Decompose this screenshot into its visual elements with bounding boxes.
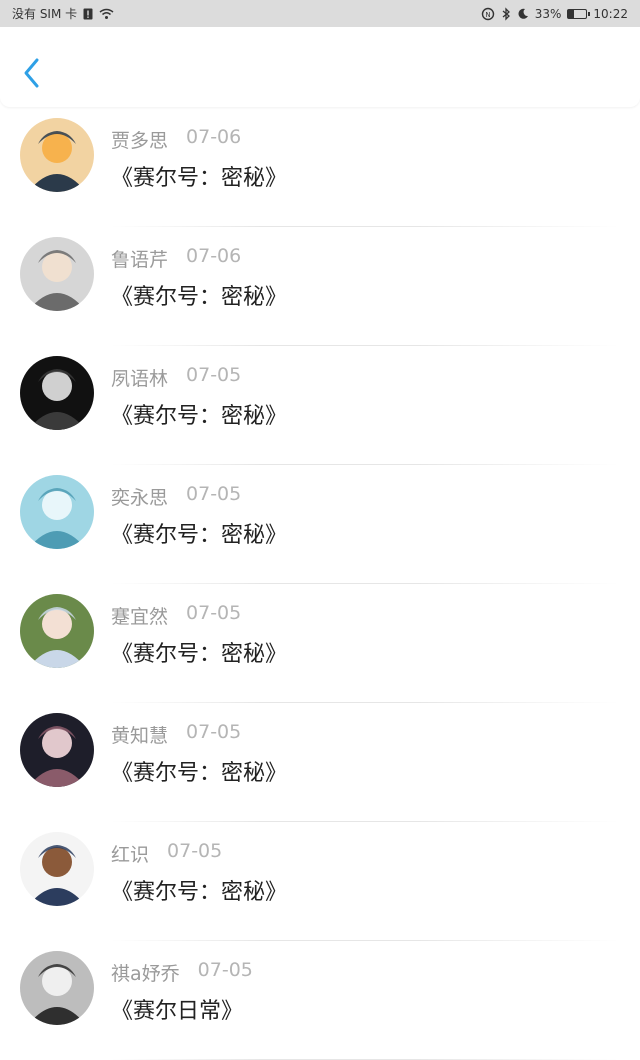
post-date: 07-05 bbox=[186, 483, 242, 505]
username[interactable]: 夙语林 bbox=[111, 364, 168, 391]
carrier-text: 没有 SIM 卡 bbox=[12, 7, 78, 21]
list-item[interactable]: 贾多思 07-06 《赛尔号：密秘》 bbox=[0, 108, 640, 227]
message-list: 贾多思 07-06 《赛尔号：密秘》 鲁语芹 07-06 《赛尔号：密秘》 夙语林 07-05… bbox=[0, 108, 640, 1060]
username[interactable]: 奕永思 bbox=[111, 483, 168, 510]
post-date: 07-05 bbox=[186, 721, 242, 743]
item-meta: 奕永思 07-05 bbox=[111, 483, 241, 510]
work-title[interactable]: 《赛尔号：密秘》 bbox=[111, 874, 287, 906]
wifi-icon bbox=[99, 8, 114, 20]
work-title[interactable]: 《赛尔号：密秘》 bbox=[111, 398, 287, 430]
username[interactable]: 祺a妤乔 bbox=[111, 959, 180, 986]
svg-text:N: N bbox=[485, 11, 490, 19]
item-meta: 祺a妤乔 07-05 bbox=[111, 959, 253, 986]
avatar[interactable] bbox=[20, 356, 94, 430]
sim-alert-icon bbox=[83, 8, 93, 20]
list-item[interactable]: 奕永思 07-05 《赛尔号：密秘》 bbox=[0, 465, 640, 584]
item-meta: 红识 07-05 bbox=[111, 840, 222, 867]
username[interactable]: 黄知慧 bbox=[111, 721, 168, 748]
moon-icon bbox=[517, 8, 529, 20]
item-meta: 夙语林 07-05 bbox=[111, 364, 241, 391]
post-date: 07-05 bbox=[197, 959, 253, 981]
post-date: 07-05 bbox=[186, 602, 242, 624]
bluetooth-icon bbox=[501, 6, 511, 21]
work-title[interactable]: 《赛尔号：密秘》 bbox=[111, 517, 287, 549]
back-button[interactable] bbox=[16, 53, 48, 93]
list-item[interactable]: 蹇宜然 07-05 《赛尔号：密秘》 bbox=[0, 584, 640, 703]
username[interactable]: 鲁语芹 bbox=[111, 245, 168, 272]
avatar[interactable] bbox=[20, 237, 94, 311]
top-nav-bar bbox=[0, 27, 640, 107]
status-right: N 33% 10:22 bbox=[481, 7, 628, 21]
battery-percent: 33% bbox=[534, 6, 562, 21]
post-date: 07-05 bbox=[167, 840, 223, 862]
work-title[interactable]: 《赛尔号：密秘》 bbox=[111, 160, 287, 192]
list-item[interactable]: 黄知慧 07-05 《赛尔号：密秘》 bbox=[0, 703, 640, 822]
item-meta: 鲁语芹 07-06 bbox=[111, 245, 241, 272]
nfc-icon: N bbox=[481, 7, 495, 21]
list-item[interactable]: 红识 07-05 《赛尔号：密秘》 bbox=[0, 822, 640, 941]
work-title[interactable]: 《赛尔号：密秘》 bbox=[111, 755, 287, 787]
username[interactable]: 红识 bbox=[111, 840, 149, 867]
work-title[interactable]: 《赛尔日常》 bbox=[111, 993, 243, 1025]
list-item[interactable]: 夙语林 07-05 《赛尔号：密秘》 bbox=[0, 346, 640, 465]
list-item[interactable]: 鲁语芹 07-06 《赛尔号：密秘》 bbox=[0, 227, 640, 346]
avatar[interactable] bbox=[20, 713, 94, 787]
item-meta: 蹇宜然 07-05 bbox=[111, 602, 241, 629]
avatar[interactable] bbox=[20, 475, 94, 549]
avatar[interactable] bbox=[20, 118, 94, 192]
status-bar: 没有 SIM 卡 N 33% 10:22 bbox=[0, 0, 640, 27]
item-meta: 黄知慧 07-05 bbox=[111, 721, 241, 748]
work-title[interactable]: 《赛尔号：密秘》 bbox=[111, 636, 287, 668]
list-item[interactable]: 祺a妤乔 07-05 《赛尔日常》 bbox=[0, 941, 640, 1060]
avatar[interactable] bbox=[20, 832, 94, 906]
post-date: 07-05 bbox=[186, 364, 242, 386]
avatar[interactable] bbox=[20, 594, 94, 668]
username[interactable]: 蹇宜然 bbox=[111, 602, 168, 629]
status-left: 没有 SIM 卡 bbox=[12, 5, 114, 22]
post-date: 07-06 bbox=[186, 245, 242, 267]
item-meta: 贾多思 07-06 bbox=[111, 126, 241, 153]
username[interactable]: 贾多思 bbox=[111, 126, 168, 153]
clock: 10:22 bbox=[593, 6, 628, 21]
work-title[interactable]: 《赛尔号：密秘》 bbox=[111, 279, 287, 311]
chevron-left-icon bbox=[24, 58, 39, 88]
post-date: 07-06 bbox=[186, 126, 242, 148]
battery-icon bbox=[567, 8, 591, 19]
avatar[interactable] bbox=[20, 951, 94, 1025]
